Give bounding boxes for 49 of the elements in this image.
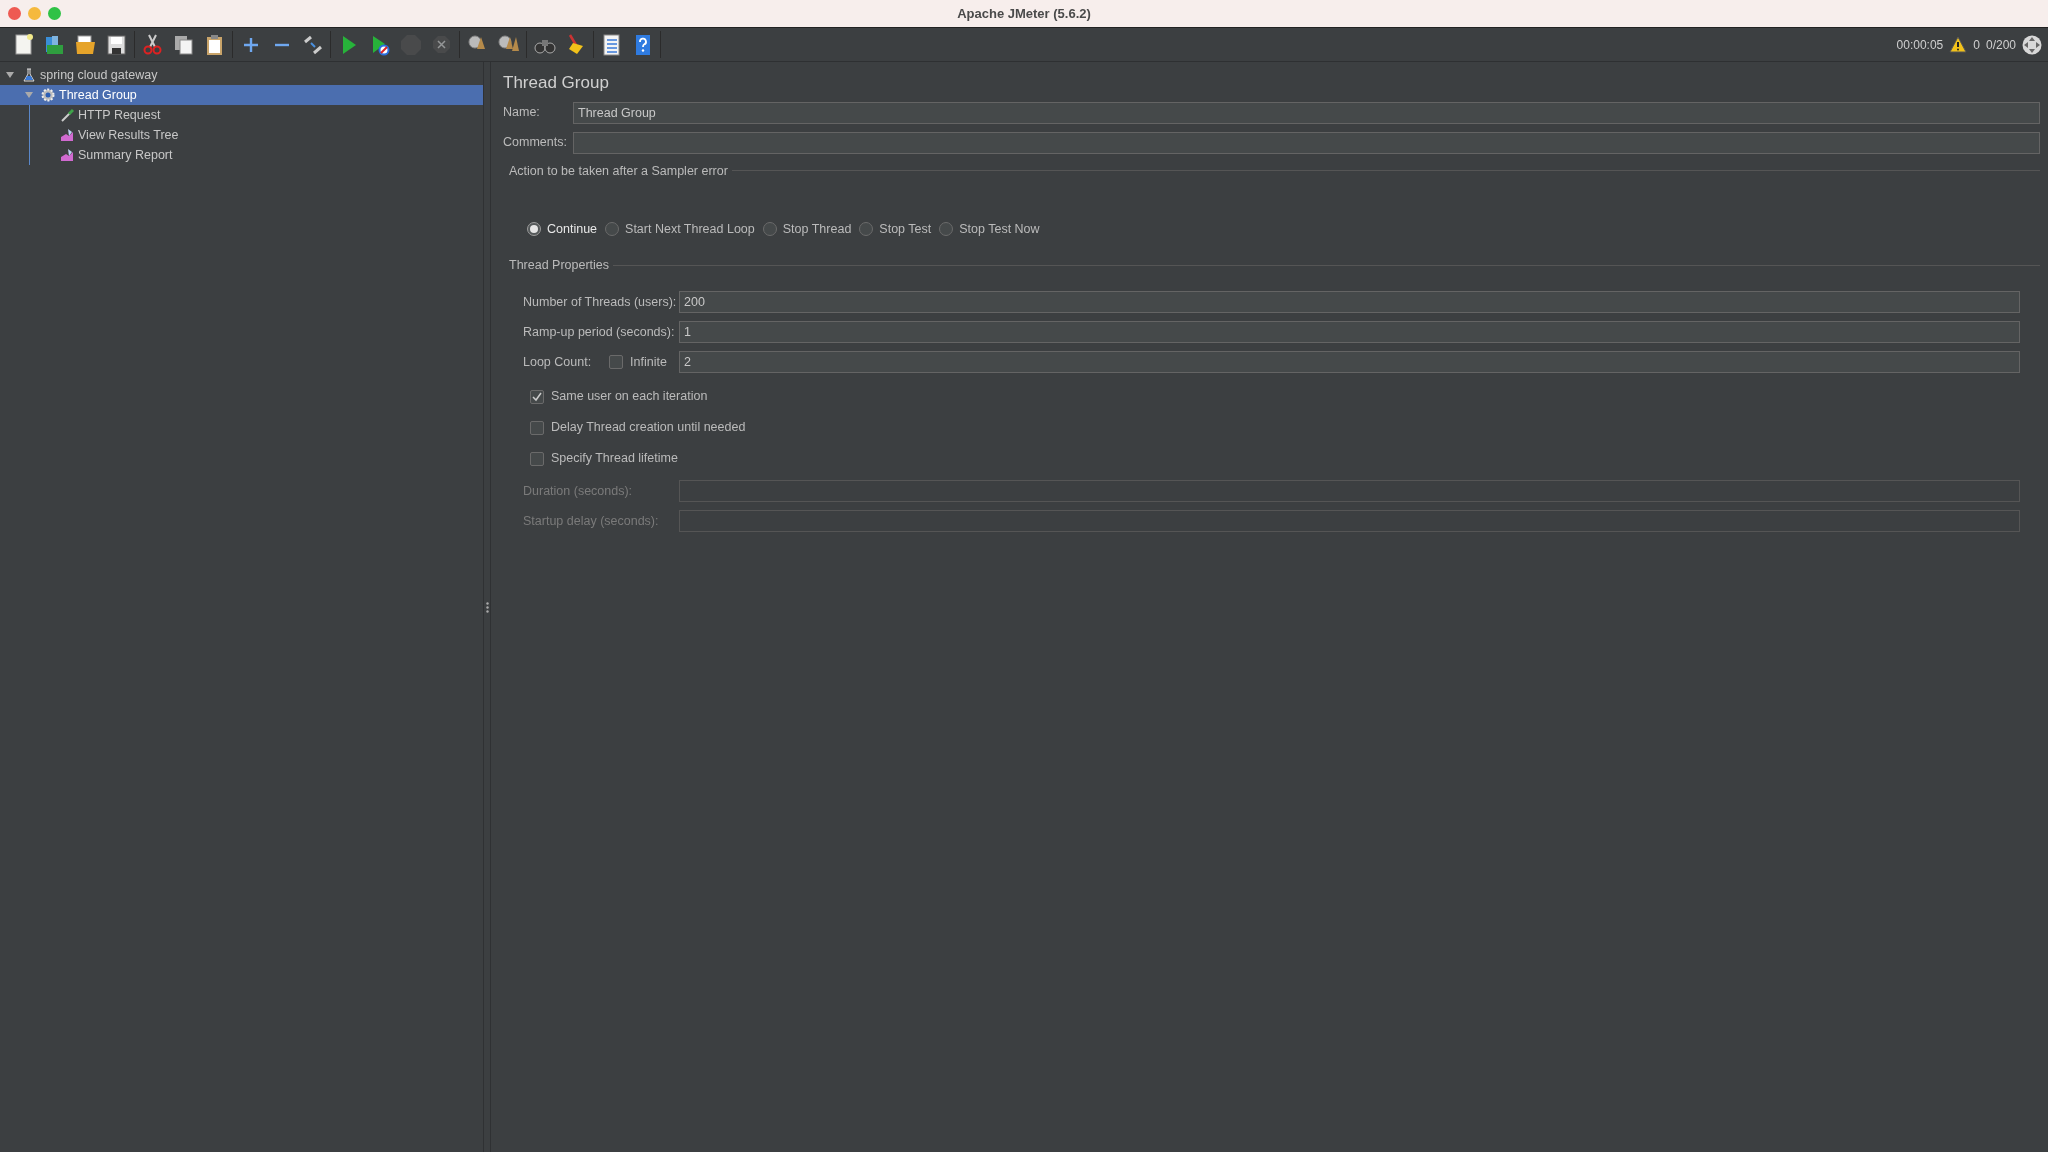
ramp-up-field[interactable]: 1: [679, 321, 2020, 343]
copy-icon[interactable]: [172, 33, 195, 56]
close-button[interactable]: [8, 7, 21, 20]
tree-item[interactable]: HTTP Request: [30, 105, 483, 125]
warning-icon[interactable]: [1949, 36, 1968, 53]
radio-option[interactable]: Continue: [527, 206, 598, 253]
name-field[interactable]: Thread Group: [573, 101, 2040, 124]
group-legend: Action to be taken after a Sampler error: [509, 161, 728, 181]
gear-icon: [41, 88, 55, 102]
threads-field[interactable]: 200: [679, 291, 2020, 313]
field-label: Name:: [503, 104, 541, 122]
infinite-checkbox[interactable]: Infinite: [609, 351, 673, 373]
tree-item[interactable]: Summary Report: [30, 145, 483, 165]
field-label: Number of Threads (users):: [523, 293, 673, 311]
window-title: Apache JMeter (5.6.2): [957, 4, 1091, 23]
scissors-icon[interactable]: [141, 33, 164, 56]
flask-icon: [22, 68, 36, 82]
tree-item[interactable]: Thread Group: [0, 85, 483, 105]
field-label: Loop Count:: [523, 353, 593, 371]
pipette-icon: [60, 108, 74, 122]
warning-count: 0: [1973, 36, 1980, 54]
checkbox[interactable]: Same user on each iteration: [523, 381, 2020, 412]
panel-title: Thread Group: [503, 72, 610, 94]
field-label: Startup delay (seconds):: [523, 512, 660, 530]
check-icon: [532, 391, 542, 402]
book-stack-icon[interactable]: [43, 33, 66, 56]
thread-count: 0/200: [1985, 36, 2016, 54]
tree-item[interactable]: spring cloud gateway: [0, 65, 483, 85]
radio-option[interactable]: Stop Test: [859, 206, 932, 253]
loop-count-field[interactable]: 2: [679, 351, 2020, 373]
field-label: Ramp-up period (seconds):: [523, 323, 673, 341]
splitter-handle[interactable]: [485, 601, 489, 613]
radio-option[interactable]: Stop Test Now: [939, 206, 1040, 253]
graph-icon: [60, 128, 74, 142]
checkbox[interactable]: Specify Thread lifetime: [523, 443, 2020, 474]
radio-option[interactable]: Stop Thread: [762, 206, 852, 253]
comments-field[interactable]: [573, 131, 2040, 154]
list-icon[interactable]: [600, 33, 623, 56]
elapsed-time: 00:00:05: [1896, 36, 1944, 54]
folder-icon[interactable]: [74, 33, 97, 56]
group-legend: Thread Properties: [509, 256, 610, 275]
radio-option[interactable]: Start Next Thread Loop: [605, 206, 755, 253]
field-label: Duration (seconds):: [523, 482, 634, 500]
checkbox[interactable]: Delay Thread creation until needed: [523, 412, 2020, 443]
graph-icon: [60, 148, 74, 162]
expand-arrows-icon[interactable]: [2022, 34, 2042, 55]
field-label: Comments:: [503, 134, 567, 152]
tree-item[interactable]: View Results Tree: [30, 125, 483, 145]
new-document-icon[interactable]: [12, 33, 35, 56]
